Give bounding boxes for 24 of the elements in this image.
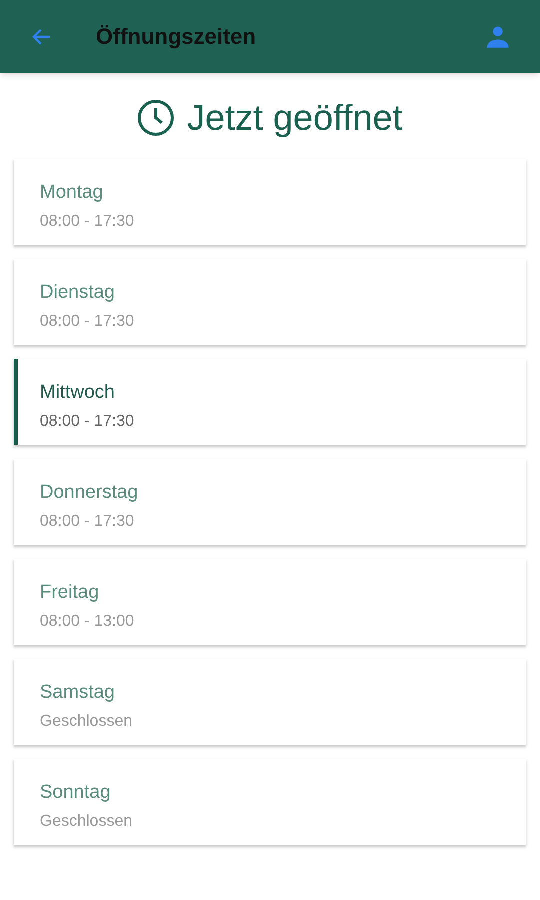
opening-hours: 08:00 - 17:30 xyxy=(40,412,136,432)
opening-hours: 08:00 - 17:30 xyxy=(40,512,136,532)
clock-icon xyxy=(137,99,176,137)
day-card[interactable]: Sonntag Geschlossen xyxy=(14,759,526,845)
opening-hours: 08:00 - 17:30 xyxy=(40,212,136,232)
day-card[interactable]: Mittwoch 08:00 - 17:30 xyxy=(14,359,526,445)
opening-hours: 08:00 - 17:30 xyxy=(40,312,136,332)
day-card[interactable]: Dienstag 08:00 - 17:30 xyxy=(14,259,526,345)
day-card[interactable]: Freitag 08:00 - 13:00 xyxy=(14,559,526,645)
day-card[interactable]: Samstag Geschlossen xyxy=(14,659,526,745)
day-name: Freitag xyxy=(40,581,100,605)
day-name: Donnerstag xyxy=(40,481,140,505)
day-card[interactable]: Montag 08:00 - 17:30 xyxy=(14,159,526,245)
day-name: Dienstag xyxy=(40,281,116,305)
day-card[interactable]: Donnerstag 08:00 - 17:30 xyxy=(14,459,526,545)
opening-hours: 08:00 - 13:00 xyxy=(40,612,136,632)
open-status: Jetzt geöffnet xyxy=(187,96,403,140)
opening-hours: Geschlossen xyxy=(40,812,134,832)
page-title: Öffnungszeiten xyxy=(96,23,256,51)
day-name: Montag xyxy=(40,181,104,205)
opening-hours: Geschlossen xyxy=(40,712,134,732)
day-name: Sonntag xyxy=(40,781,112,805)
day-name: Mittwoch xyxy=(40,381,116,405)
day-name: Samstag xyxy=(40,681,116,705)
